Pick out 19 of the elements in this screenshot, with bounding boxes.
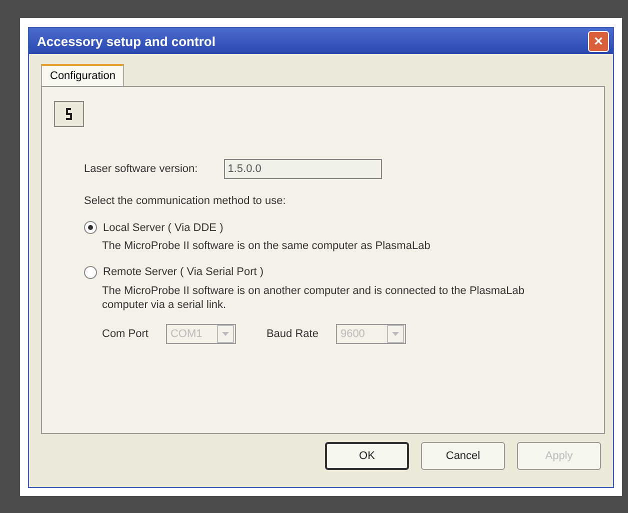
close-button[interactable]: × [588,30,609,52]
caret-icon [392,332,400,336]
combo-label: Baud Rate [266,328,318,340]
tab[interactable]: Configuration [41,64,124,86]
radio-label: Local Server ( Via DDE ) [103,222,224,234]
prompt-text: Select the communication method to use: [84,195,287,207]
icon-button[interactable] [54,101,84,127]
combo-label: Com Port [102,328,148,340]
version-field[interactable]: 1.5.0.0 [224,159,382,179]
version-label: Laser software version: [84,163,198,175]
dialog-button[interactable]: OK [325,442,409,470]
method-description: The MicroProbe II software is on the same computer as PlasmaLab [102,240,432,254]
caret-icon [222,332,230,336]
radio-button[interactable] [84,221,97,234]
window-title: Accessory setup and control [37,34,216,48]
radio-label: Remote Server ( Via Serial Port ) [103,266,264,278]
method-description: The MicroProbe II software is on another computer and is connected to the PlasmaLab computer via a serial link. [102,284,526,312]
dialog-button[interactable]: Cancel [421,442,505,470]
radio-button[interactable] [84,266,97,279]
